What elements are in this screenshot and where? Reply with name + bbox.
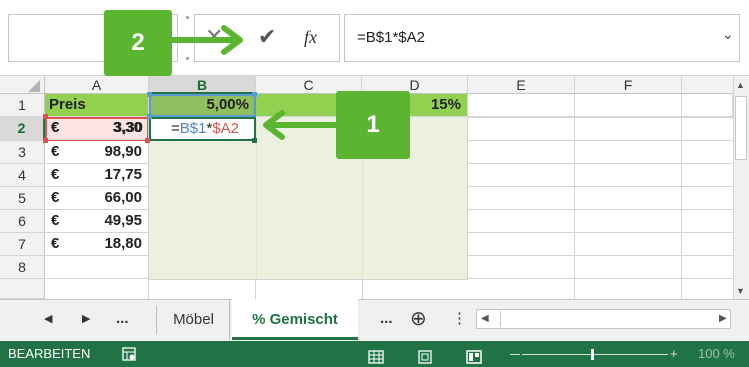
- zoom-level[interactable]: 100 %: [698, 341, 735, 367]
- normal-view-icon[interactable]: [368, 347, 384, 367]
- callout-1: 1: [336, 91, 410, 159]
- row-header-6[interactable]: 6: [0, 210, 45, 233]
- add-sheet-icon[interactable]: ⊕: [410, 306, 427, 331]
- page-break-view-icon[interactable]: [466, 347, 482, 367]
- status-mode: BEARBEITEN: [8, 346, 91, 361]
- price-value: 66,00: [104, 189, 142, 206]
- cell-a8[interactable]: [45, 256, 149, 279]
- more-sheets-left[interactable]: ...: [116, 310, 129, 327]
- row-header-9[interactable]: [0, 279, 45, 299]
- zoom-slider-thumb[interactable]: [591, 349, 594, 360]
- row-header-1[interactable]: 1: [0, 94, 45, 117]
- tab-moebel[interactable]: Möbel: [158, 299, 230, 340]
- ref-highlight-b1: [149, 94, 256, 117]
- cell-a6[interactable]: € 49,95: [45, 210, 149, 233]
- cell-a2-overlay: € 3,30: [45, 117, 149, 140]
- currency-symbol: €: [51, 189, 60, 206]
- empty-row-8-cells[interactable]: [149, 279, 468, 299]
- row-header-2[interactable]: 2: [0, 117, 45, 141]
- result-range-b2-d7[interactable]: [149, 117, 468, 279]
- enter-check-icon[interactable]: ✔: [258, 22, 276, 52]
- scroll-up-icon[interactable]: ▲: [736, 80, 745, 90]
- row-header-8[interactable]: 8: [0, 256, 45, 279]
- scroll-right-icon[interactable]: ▶: [719, 313, 727, 324]
- ref-handle[interactable]: [147, 114, 152, 119]
- tab-divider: [156, 306, 157, 334]
- status-bar: BEARBEITEN + 100 %: [0, 341, 749, 367]
- select-all-triangle-icon: [28, 80, 40, 92]
- row-header-3[interactable]: 3: [0, 141, 45, 164]
- price-value: 18,80: [104, 235, 142, 252]
- ref-handle[interactable]: [147, 92, 152, 97]
- scroll-left-icon[interactable]: ◀: [481, 313, 489, 324]
- cell-a3[interactable]: € 98,90: [45, 141, 149, 164]
- ref-handle[interactable]: [43, 138, 48, 143]
- insert-function-icon[interactable]: fx: [304, 22, 317, 52]
- price-value: 17,75: [104, 166, 142, 183]
- currency-symbol: €: [51, 143, 60, 160]
- zoom-slider-track[interactable]: [522, 354, 668, 355]
- currency-symbol: €: [51, 235, 60, 252]
- ref-handle[interactable]: [145, 138, 150, 143]
- column-header-next[interactable]: [682, 76, 733, 94]
- column-header-a[interactable]: A: [45, 76, 149, 94]
- cell-a9[interactable]: [45, 279, 149, 299]
- empty-cell-grid[interactable]: [468, 117, 733, 299]
- macro-record-icon[interactable]: [122, 347, 136, 361]
- cancel-icon[interactable]: ✕: [205, 22, 223, 52]
- formula-input[interactable]: =B$1*$A2: [344, 14, 740, 62]
- column-header-b[interactable]: B: [149, 76, 256, 94]
- horizontal-scroll-thumb[interactable]: [500, 311, 698, 327]
- scroll-down-icon[interactable]: ▼: [736, 286, 745, 296]
- cell-g1[interactable]: [682, 94, 733, 117]
- callout-2: 2: [104, 10, 172, 76]
- ref-handle[interactable]: [43, 114, 48, 119]
- zoom-out-icon[interactable]: [510, 354, 520, 355]
- cell-e1[interactable]: [468, 94, 575, 117]
- currency-symbol: €: [51, 212, 60, 229]
- expand-formula-bar-chevron-down-icon[interactable]: ⌄: [722, 26, 734, 43]
- row-header-7[interactable]: 7: [0, 233, 45, 256]
- column-header-f[interactable]: F: [575, 76, 682, 94]
- cell-a5[interactable]: € 66,00: [45, 187, 149, 210]
- next-sheet-icon[interactable]: ▶: [82, 312, 90, 325]
- price-value: 98,90: [104, 143, 142, 160]
- cell-f1[interactable]: [575, 94, 682, 117]
- price-value: 3,30: [113, 119, 143, 136]
- zoom-in-icon[interactable]: +: [670, 341, 678, 367]
- currency-symbol: €: [51, 119, 60, 136]
- currency-symbol: €: [51, 166, 60, 183]
- ref-handle[interactable]: [252, 92, 257, 97]
- tab-split-handle-icon[interactable]: ⋮: [452, 309, 467, 327]
- formula-bar-grip[interactable]: [186, 16, 189, 60]
- cell-a4[interactable]: € 17,75: [45, 164, 149, 187]
- vertical-scroll-thumb[interactable]: [735, 96, 747, 160]
- formula-ref-a2: $A2: [212, 120, 240, 137]
- price-value: 49,95: [104, 212, 142, 229]
- row-header-5[interactable]: 5: [0, 187, 45, 210]
- prev-sheet-icon[interactable]: ◀: [44, 312, 52, 325]
- active-cell-b2[interactable]: =B$1*$A2: [149, 117, 256, 141]
- cell-a7[interactable]: € 18,80: [45, 233, 149, 256]
- cell-a1[interactable]: Preis: [45, 94, 149, 117]
- page-layout-view-icon[interactable]: [418, 347, 432, 367]
- column-header-e[interactable]: E: [468, 76, 575, 94]
- fill-handle[interactable]: [252, 138, 257, 143]
- tab-gemischt[interactable]: % Gemischt: [232, 299, 358, 340]
- formula-ref-b1: B$1: [179, 120, 207, 137]
- more-sheets-right[interactable]: ...: [380, 310, 393, 327]
- row-header-4[interactable]: 4: [0, 164, 45, 187]
- formula-equals: =: [171, 120, 180, 137]
